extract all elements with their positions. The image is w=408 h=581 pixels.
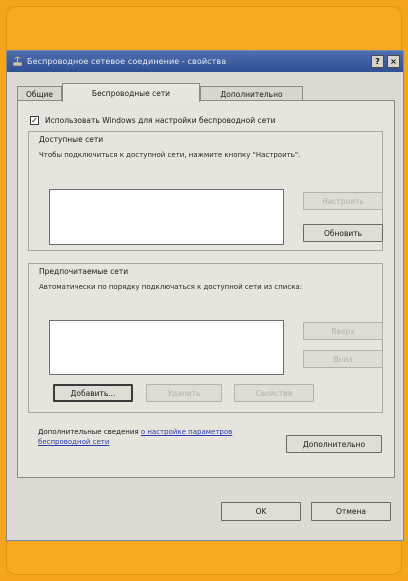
cancel-button[interactable]: Отмена	[311, 502, 391, 521]
move-down-button[interactable]: Вниз	[303, 350, 383, 368]
more-info-prefix: Дополнительные сведения	[38, 428, 141, 436]
configure-button[interactable]: Настроить	[303, 192, 383, 210]
add-network-button[interactable]: Добавить...	[53, 384, 133, 402]
remove-network-button[interactable]: Удалить	[146, 384, 222, 402]
more-info-text: Дополнительные сведения о настройке пара…	[38, 427, 278, 447]
title-bar[interactable]: Беспроводное сетевое соединение - свойст…	[7, 51, 403, 72]
network-properties-button[interactable]: Свойства	[234, 384, 314, 402]
available-networks-title: Доступные сети	[39, 135, 104, 144]
refresh-button[interactable]: Обновить	[303, 224, 383, 242]
network-connection-icon	[12, 56, 23, 67]
preferred-networks-list[interactable]	[49, 320, 284, 375]
help-button[interactable]: ?	[371, 55, 384, 68]
available-networks-list[interactable]	[49, 189, 284, 245]
close-button[interactable]: ×	[387, 55, 400, 68]
use-windows-label: Использовать Windows для настройки беспр…	[45, 116, 276, 125]
wireless-networks-panel: ✓ Использовать Windows для настройки бес…	[17, 100, 395, 478]
available-networks-description: Чтобы подключиться к доступной сети, наж…	[39, 151, 301, 159]
preferred-networks-group: Предпочитаемые сети Автоматически по пор…	[28, 263, 383, 413]
tab-general[interactable]: Общие	[17, 86, 62, 101]
use-windows-checkbox[interactable]: ✓	[30, 116, 39, 125]
window-title: Беспроводное сетевое соединение - свойст…	[27, 57, 227, 66]
preferred-networks-title: Предпочитаемые сети	[39, 267, 129, 276]
move-up-button[interactable]: Вверх	[303, 322, 383, 340]
use-windows-row: ✓ Использовать Windows для настройки бес…	[30, 116, 276, 125]
available-networks-group: Доступные сети Чтобы подключиться к дост…	[28, 131, 383, 251]
tab-advanced[interactable]: Дополнительно	[200, 86, 303, 101]
preferred-networks-description: Автоматически по порядку подключаться к …	[39, 283, 303, 291]
ok-button[interactable]: OK	[221, 502, 301, 521]
tab-wireless-networks[interactable]: Беспроводные сети	[62, 83, 200, 102]
properties-dialog: Беспроводное сетевое соединение - свойст…	[6, 50, 404, 541]
advanced-button[interactable]: Дополнительно	[286, 435, 382, 453]
